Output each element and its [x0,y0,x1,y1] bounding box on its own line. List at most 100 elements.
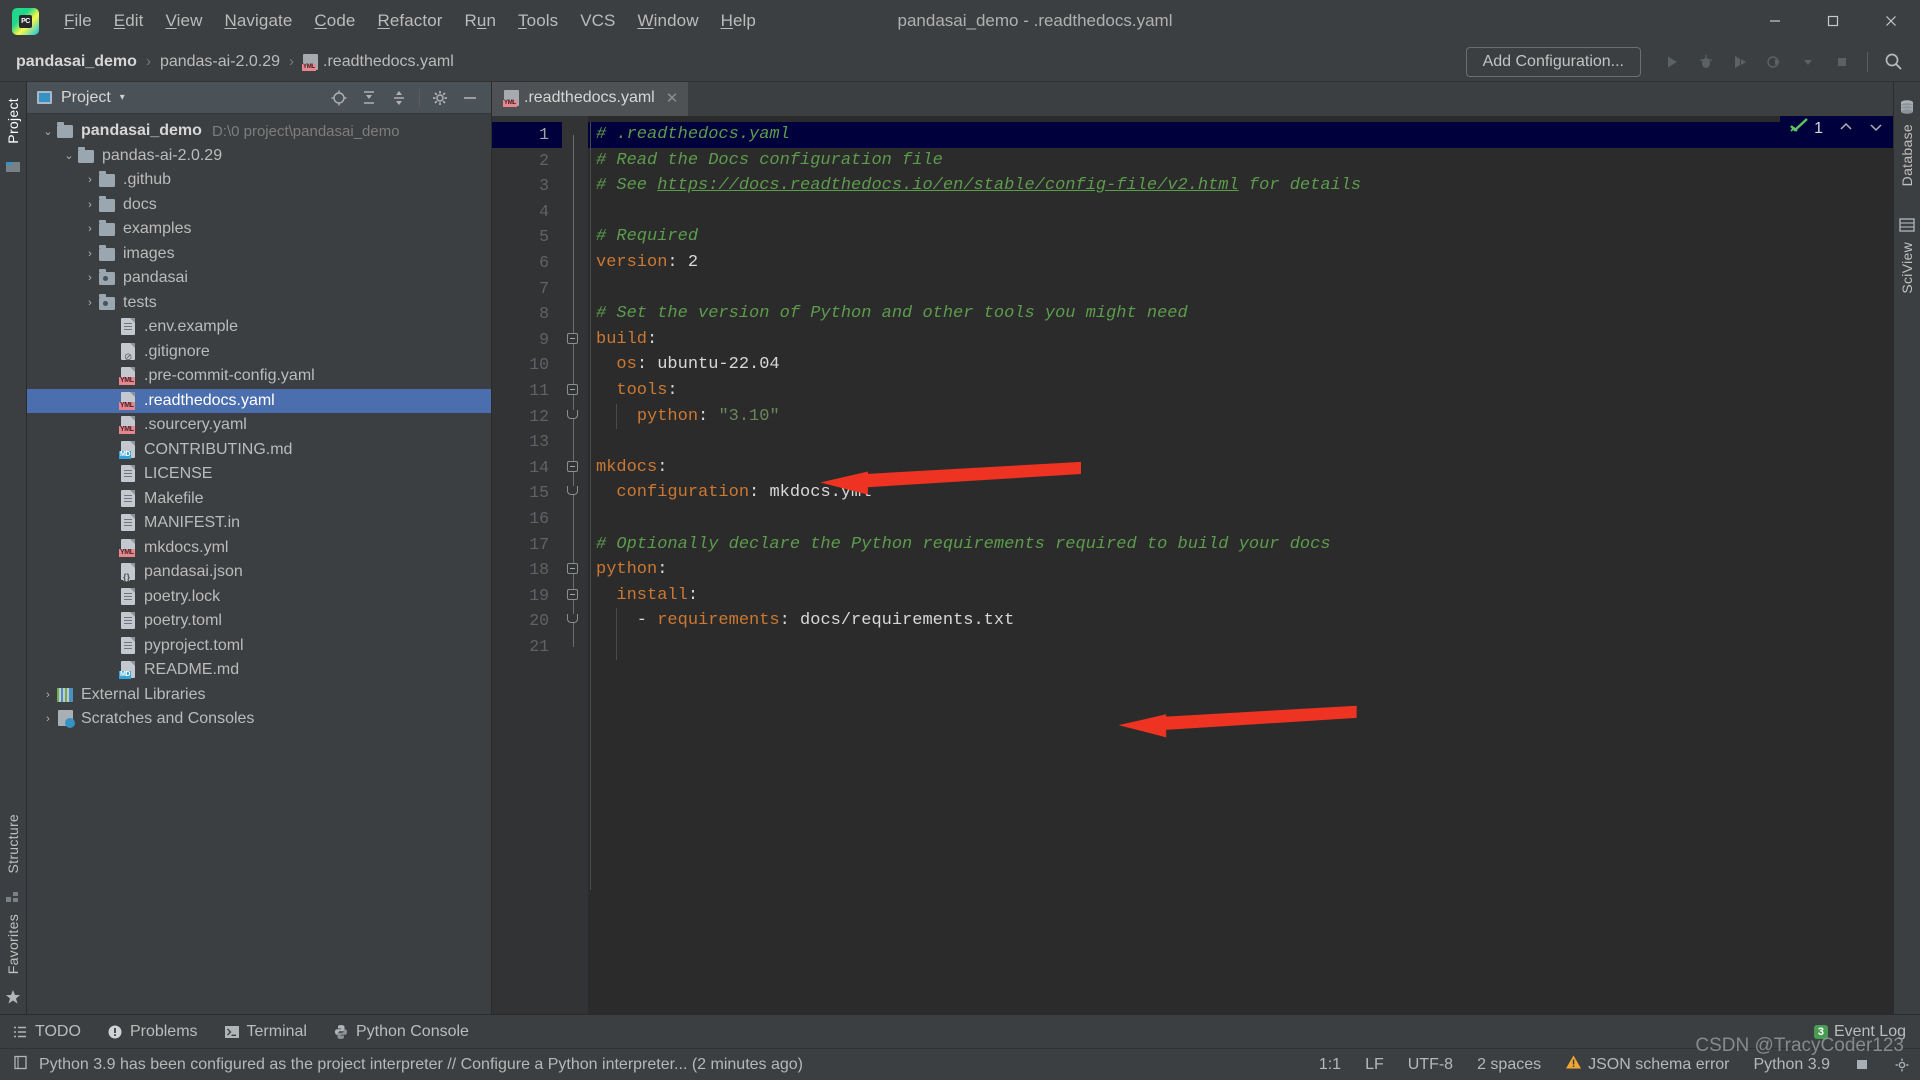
menu-run[interactable]: Run [454,7,508,35]
tree-item--pre-commit-config-yaml[interactable]: .pre-commit-config.yaml [27,364,491,389]
tree-item-external-libraries[interactable]: ›External Libraries [27,683,491,708]
line-separator[interactable]: LF [1365,1056,1384,1074]
indent-setting[interactable]: 2 spaces [1477,1056,1541,1074]
tree-item--gitignore[interactable]: .gitignore [27,340,491,365]
code-line[interactable]: python: [588,557,1893,583]
fold-end-marker[interactable] [567,486,580,499]
tree-item--sourcery-yaml[interactable]: .sourcery.yaml [27,413,491,438]
maximize-button[interactable] [1804,0,1862,42]
code-folding-column[interactable] [562,116,588,1014]
code-line[interactable]: version: 2 [588,250,1893,276]
menu-code[interactable]: Code [303,7,366,35]
schema-warning[interactable]: JSON schema error [1565,1054,1729,1075]
menu-edit[interactable]: Edit [103,7,155,35]
tree-item--env-example[interactable]: .env.example [27,315,491,340]
tool-window-problems[interactable]: Problems [107,1023,198,1041]
status-message[interactable]: Python 3.9 has been configured as the pr… [39,1056,803,1074]
tree-item-contributing-md[interactable]: CONTRIBUTING.md [27,438,491,463]
tree-item-tests[interactable]: ›tests [27,291,491,316]
sidebar-tab-database[interactable]: Database [1897,116,1917,194]
code-line[interactable]: # Read the Docs configuration file [588,148,1893,174]
code-line[interactable]: build: [588,327,1893,353]
menu-tools[interactable]: Tools [507,7,569,35]
sidebar-tab-favorites[interactable]: Favorites [3,906,23,982]
sidebar-tab-structure[interactable]: Structure [3,806,23,882]
chevron-right-icon[interactable]: › [81,297,99,309]
fold-collapse-marker[interactable] [567,461,580,474]
fold-collapse-marker[interactable] [567,589,580,602]
code-line[interactable]: os: ubuntu-22.04 [588,352,1893,378]
close-icon[interactable]: ✕ [666,89,679,107]
tree-item-mkdocs-yml[interactable]: mkdocs.yml [27,536,491,561]
tree-item-readme-md[interactable]: README.md [27,658,491,683]
tree-item-poetry-toml[interactable]: poetry.toml [27,609,491,634]
menu-refactor[interactable]: Refactor [366,7,453,35]
code-line[interactable]: mkdocs: [588,455,1893,481]
code-line[interactable]: configuration: mkdocs.yml [588,480,1893,506]
code-line[interactable]: tools: [588,378,1893,404]
fold-end-marker[interactable] [567,614,580,627]
chevron-right-icon[interactable]: › [81,272,99,284]
event-log-area[interactable]: 3 Event Log [1814,1023,1920,1041]
chevron-right-icon[interactable]: › [39,689,57,701]
tree-item-docs[interactable]: ›docs [27,193,491,218]
code-line[interactable]: - requirements: docs/requirements.txt [588,608,1893,634]
chevron-down-icon[interactable] [1792,47,1824,77]
minimize-button[interactable] [1746,0,1804,42]
chevron-down-icon[interactable]: ▾ [120,92,125,103]
code-editor[interactable]: 1 # .readthedocs.yaml# Read the Docs con… [588,116,1893,1014]
tree-item-pyproject-toml[interactable]: pyproject.toml [27,634,491,659]
menu-help[interactable]: Help [710,7,767,35]
chevron-right-icon[interactable]: › [81,199,99,211]
breadcrumb-file[interactable]: .readthedocs.yaml [303,53,454,71]
project-tree[interactable]: ⌄pandasai_demoD:\0 project\pandasai_demo… [27,114,491,1014]
fold-collapse-marker[interactable] [567,563,580,576]
notifications-icon[interactable] [1854,1057,1870,1073]
tree-item-examples[interactable]: ›examples [27,217,491,242]
expand-all-icon[interactable] [354,84,384,112]
run-icon[interactable] [1656,47,1688,77]
code-line[interactable] [588,199,1893,225]
fold-collapse-marker[interactable] [567,384,580,397]
code-line[interactable] [588,276,1893,302]
fold-end-marker[interactable] [567,410,580,423]
file-encoding[interactable]: UTF-8 [1408,1056,1453,1074]
tree-item-makefile[interactable]: Makefile [27,487,491,512]
chevron-down-icon[interactable] [1869,121,1883,137]
tree-item-pandasai[interactable]: ›pandasai [27,266,491,291]
sidebar-tab-sciview[interactable]: SciView [1897,234,1917,302]
settings-gear-icon[interactable] [1894,1057,1910,1073]
search-icon[interactable] [1877,47,1909,77]
menu-window[interactable]: Window [627,7,710,35]
inspection-widget[interactable]: 1 [1780,116,1893,142]
code-line[interactable]: python: "3.10" [588,404,1893,430]
code-line[interactable]: # See https://docs.readthedocs.io/en/sta… [588,173,1893,199]
tree-item-images[interactable]: ›images [27,242,491,267]
chevron-right-icon[interactable]: › [81,223,99,235]
chevron-down-icon[interactable]: ⌄ [60,149,78,162]
run-with-coverage-icon[interactable] [1724,47,1756,77]
code-line[interactable]: # .readthedocs.yaml [588,122,1893,148]
tree-item--readthedocs-yaml[interactable]: .readthedocs.yaml [27,389,491,414]
code-line[interactable] [588,429,1893,455]
debug-icon[interactable] [1690,47,1722,77]
add-configuration-button[interactable]: Add Configuration... [1466,47,1641,77]
python-interpreter[interactable]: Python 3.9 [1754,1056,1831,1074]
menu-view[interactable]: View [155,7,214,35]
gear-icon[interactable] [425,84,455,112]
collapse-all-icon[interactable] [384,84,414,112]
chevron-right-icon[interactable]: › [81,174,99,186]
tree-item-poetry-lock[interactable]: poetry.lock [27,585,491,610]
code-line[interactable] [588,634,1893,660]
caret-position[interactable]: 1:1 [1319,1056,1341,1074]
code-line[interactable]: # Required [588,224,1893,250]
tree-item-manifest-in[interactable]: MANIFEST.in [27,511,491,536]
tree-item-scratches-and-consoles[interactable]: ›Scratches and Consoles [27,707,491,732]
locate-icon[interactable] [324,84,354,112]
tree-item--github[interactable]: ›.github [27,168,491,193]
fold-collapse-marker[interactable] [567,333,580,346]
hide-panel-icon[interactable] [455,84,485,112]
tree-item-pandasai-demo[interactable]: ⌄pandasai_demoD:\0 project\pandasai_demo [27,119,491,144]
code-line[interactable]: # Optionally declare the Python requirem… [588,532,1893,558]
editor-tab-readthedocs[interactable]: .readthedocs.yaml ✕ [492,82,688,116]
